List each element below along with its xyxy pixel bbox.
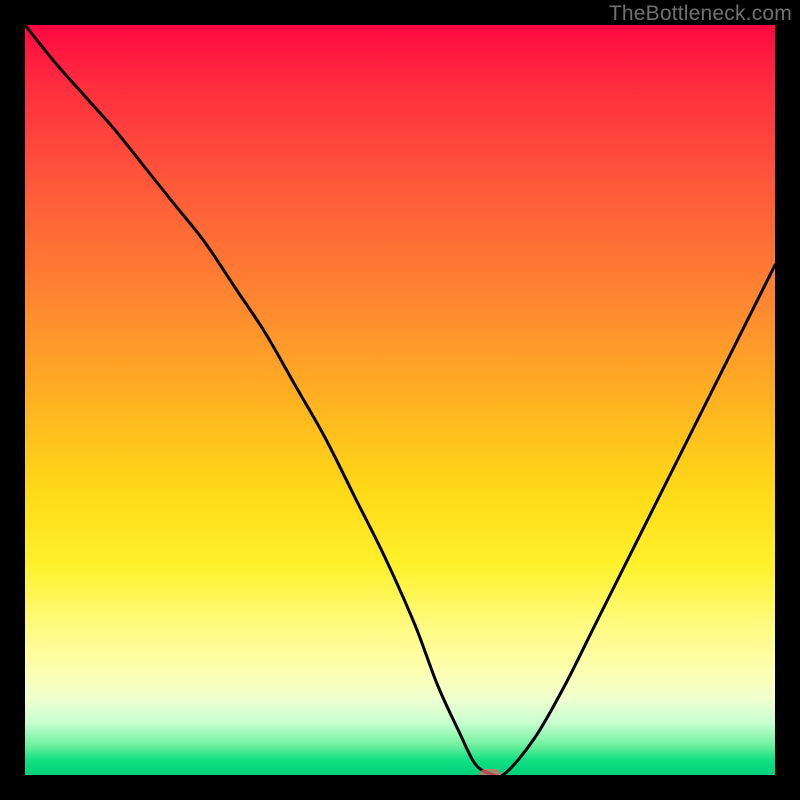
optimal-point-marker	[479, 769, 501, 775]
chart-frame: TheBottleneck.com	[0, 0, 800, 800]
watermark-text: TheBottleneck.com	[609, 2, 792, 26]
plot-area	[25, 25, 775, 775]
bottleneck-curve	[25, 25, 775, 775]
